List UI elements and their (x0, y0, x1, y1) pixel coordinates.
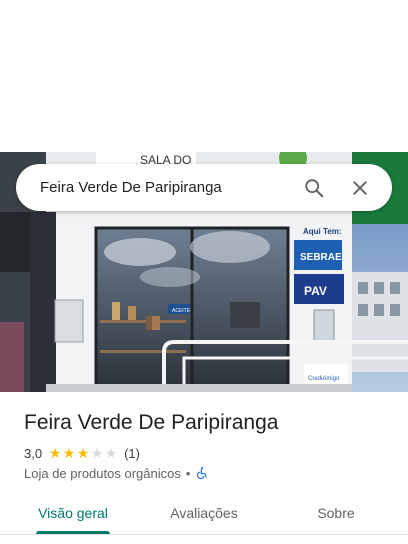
crediamigo-sign-text: CrediAmigo (308, 376, 340, 382)
search-input[interactable] (40, 175, 296, 200)
aceite-sticker-text: ACEITE (172, 308, 191, 314)
rating-stars: ★ ★ ★ ★ ★ (48, 444, 118, 462)
close-icon (353, 180, 367, 195)
search-icon (305, 178, 324, 197)
place-title: Feira Verde De Paripiranga (24, 411, 279, 434)
place-tabs: Visão geral Avaliações Sobre (0, 497, 408, 537)
star-empty-icon: ★ (104, 445, 118, 461)
rating-value: 3,0 (24, 445, 43, 461)
search-button[interactable] (296, 170, 332, 206)
review-count[interactable]: (1) (124, 446, 140, 461)
tab-avaliacoes[interactable]: Avaliações (166, 497, 242, 533)
pav-sign-text: PAV (304, 284, 327, 298)
rating-row[interactable]: 3,0 ★ ★ ★ ★ ★ (1) (24, 444, 140, 462)
search-bar[interactable] (16, 164, 392, 211)
category-row: Loja de produtos orgânicos • (24, 464, 209, 482)
star-filled-icon: ★ (48, 445, 62, 461)
clear-search-button[interactable] (342, 170, 378, 206)
aqui-tem-text: Aqui Tem: (303, 227, 342, 236)
wheelchair-icon[interactable] (195, 466, 209, 480)
place-category: Loja de produtos orgânicos (24, 465, 181, 481)
separator-dot: • (185, 465, 191, 481)
sebrae-sign-text: SEBRAE (300, 252, 342, 263)
tab-sobre[interactable]: Sobre (312, 497, 360, 533)
top-blank-area (0, 0, 408, 152)
star-filled-icon: ★ (62, 445, 76, 461)
tab-visao-geral[interactable]: Visão geral (36, 497, 110, 533)
star-empty-icon: ★ (90, 445, 104, 461)
tabs-divider (0, 534, 408, 535)
star-filled-icon: ★ (76, 445, 90, 461)
